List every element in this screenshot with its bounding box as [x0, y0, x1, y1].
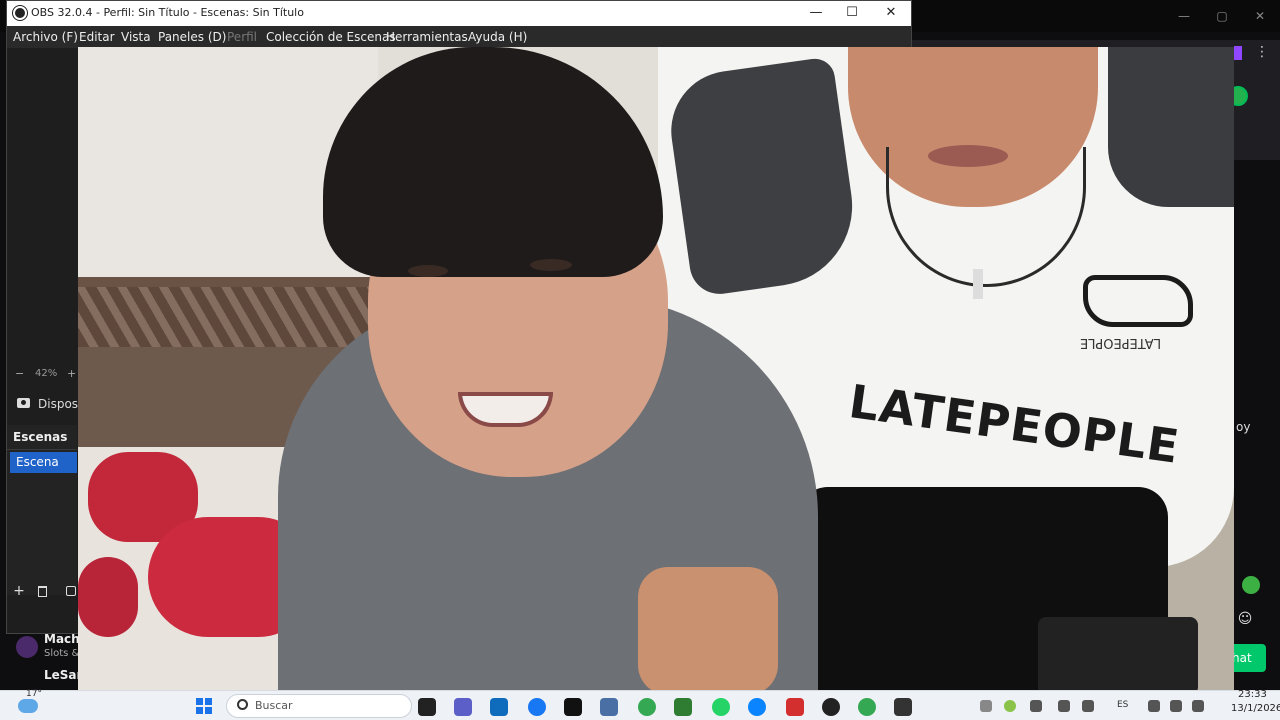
obs-titlebar: OBS 32.0.4 - Perfil: Sin Título - Escena… [7, 1, 911, 26]
start-button[interactable] [196, 698, 212, 714]
filter-icon [66, 586, 76, 596]
maximize-icon[interactable]: ☐ [839, 4, 865, 22]
shirt-logo-text: LATEPEOPLE [1080, 335, 1162, 350]
pendant [973, 269, 983, 299]
chevron-up-icon[interactable] [980, 700, 992, 712]
window-title: OBS 32.0.4 - Perfil: Sin Título - Escena… [31, 6, 304, 19]
app-icon[interactable] [528, 698, 546, 716]
channel-category: Slots & [44, 648, 80, 659]
taskbar: 17° Buscar ES 23:33 13/1/2026 [0, 689, 1280, 720]
zoom-out-button[interactable]: − [15, 367, 24, 380]
brand-badge [1234, 46, 1242, 60]
menu-ayuda[interactable]: Ayuda (H) [468, 30, 527, 44]
menu-editar[interactable]: Editar [79, 30, 115, 44]
menu-perfil[interactable]: Perfil [227, 30, 257, 44]
scenes-toolbar: + [7, 581, 77, 603]
outlook-icon[interactable] [490, 698, 508, 716]
scenes-dock: Escenas Escena [7, 425, 77, 595]
person-right-shoulder [1108, 47, 1234, 207]
clock-time[interactable]: 23:33 [1238, 689, 1267, 700]
clock-date[interactable]: 13/1/2026 [1231, 703, 1280, 714]
app-icon[interactable] [600, 698, 618, 716]
menu-vista[interactable]: Vista [121, 30, 151, 44]
app-icon[interactable] [894, 698, 912, 716]
camera-icon [17, 398, 30, 408]
emote-picker-icon[interactable]: ☺ [1234, 604, 1256, 634]
microphone-icon[interactable] [1058, 700, 1070, 712]
add-scene-button[interactable]: + [11, 583, 27, 599]
maximize-icon[interactable]: ▢ [1212, 8, 1232, 24]
scene-filters-button[interactable] [63, 583, 79, 599]
wifi-icon[interactable] [1148, 700, 1160, 712]
volume-icon[interactable] [1170, 700, 1182, 712]
battery-icon[interactable] [1192, 700, 1204, 712]
trash-icon [38, 586, 47, 597]
language-indicator[interactable]: ES [1117, 700, 1128, 710]
scenes-dock-title: Escenas [13, 430, 68, 444]
menu-archivo[interactable]: Archivo (F) [13, 30, 78, 44]
weather-temperature: 17° [26, 689, 42, 699]
zoom-in-button[interactable]: + [67, 367, 76, 380]
channel-name: Mach [44, 632, 80, 646]
tray-icon[interactable] [1030, 700, 1042, 712]
chat-message-fragment: oy [1236, 420, 1251, 434]
more-options-icon[interactable]: ⋮ [1254, 44, 1270, 62]
sidebar-channel-item[interactable]: Mach Slots & [14, 632, 84, 662]
close-icon[interactable]: ✕ [1250, 8, 1270, 24]
person-left-arm [638, 567, 778, 695]
red-blanket [78, 557, 138, 637]
close-icon[interactable]: ✕ [878, 4, 904, 22]
menu-coleccion-escenas[interactable]: Colección de Escenas [266, 30, 396, 44]
zoom-control: − 42% + [7, 367, 77, 383]
edge-icon[interactable] [748, 698, 766, 716]
avatar [16, 636, 38, 658]
menu-paneles[interactable]: Paneles (D) [158, 30, 226, 44]
sidebar-channel-item[interactable]: LeSan [14, 668, 85, 690]
phone [1038, 617, 1198, 695]
menu-bar: Archivo (F) Editar Vista Paneles (D) Per… [7, 26, 911, 48]
menu-herramientas[interactable]: Herramientas [386, 30, 468, 44]
tray-icon[interactable] [1004, 700, 1016, 712]
search-placeholder: Buscar [255, 699, 293, 712]
shirt-logo [1083, 275, 1193, 327]
minimize-icon[interactable]: — [1174, 8, 1194, 24]
file-explorer-icon[interactable] [418, 698, 436, 716]
search-icon [237, 699, 248, 710]
chrome-icon[interactable] [858, 698, 876, 716]
teams-icon[interactable] [454, 698, 472, 716]
taskbar-search[interactable]: Buscar [226, 694, 412, 718]
source-item[interactable]: Disposit [7, 393, 86, 417]
tray-icon[interactable] [1082, 700, 1094, 712]
eye [530, 259, 572, 271]
remove-scene-button[interactable] [35, 583, 51, 599]
tiktok-icon[interactable] [564, 698, 582, 716]
obs-logo-icon [13, 6, 27, 20]
app-icon[interactable] [786, 698, 804, 716]
obs-taskbar-icon[interactable] [822, 698, 840, 716]
app-icon[interactable] [674, 698, 692, 716]
zoom-level: 42% [35, 368, 58, 379]
scene-list-item[interactable]: Escena [10, 452, 77, 473]
preview-canvas[interactable]: LATEPEOPLE LATEPEOPLE [78, 47, 1234, 695]
minimize-icon[interactable]: — [803, 4, 829, 22]
whatsapp-icon[interactable] [712, 698, 730, 716]
chrome-icon[interactable] [638, 698, 656, 716]
weather-icon[interactable] [18, 699, 38, 713]
emote-icon [1242, 576, 1260, 594]
eye [408, 265, 448, 277]
divider [7, 449, 77, 450]
